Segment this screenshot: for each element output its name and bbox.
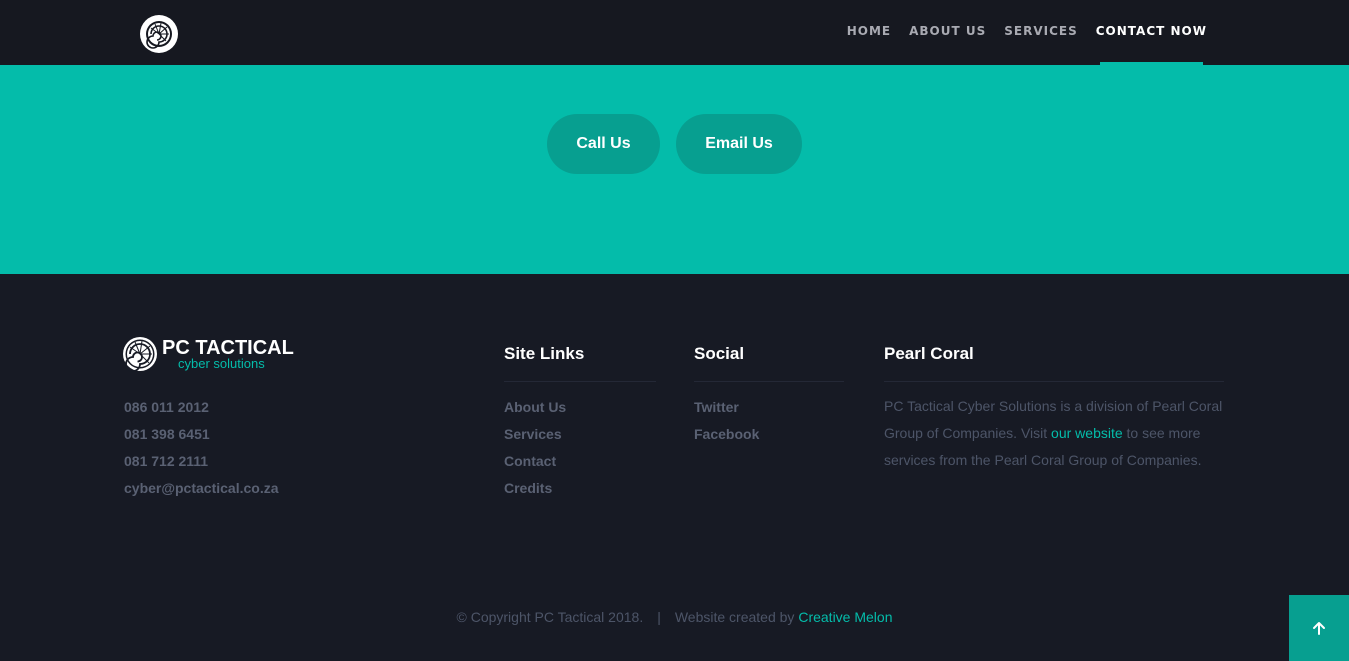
brand-wordmark: PC TACTICAL cyber solutions	[162, 338, 294, 370]
footer-link-about-us[interactable]: About Us	[504, 397, 656, 424]
social-column: Social Twitter Facebook	[694, 344, 844, 451]
footer-link-credits[interactable]: Credits	[504, 478, 656, 505]
copyright-bar: © Copyright PC Tactical 2018. | Website cr…	[0, 609, 1349, 625]
phone-number-2[interactable]: 081 398 6451	[124, 424, 279, 451]
nav-contact-now[interactable]: CONTACT NOW	[1096, 0, 1207, 65]
copyright-text: © Copyright PC Tactical 2018.	[456, 609, 644, 625]
brand-title: PC TACTICAL	[162, 337, 294, 359]
arrow-up-icon	[1313, 622, 1325, 635]
site-links-heading: Site Links	[504, 344, 585, 363]
footer-brand[interactable]: PC TACTICAL cyber solutions	[122, 336, 294, 372]
site-footer: PC TACTICAL cyber solutions 086 011 2012…	[0, 274, 1349, 661]
nav-about-us[interactable]: ABOUT US	[909, 0, 986, 65]
pearl-coral-heading: Pearl Coral	[884, 344, 974, 363]
contact-hero: Call Us Email Us	[0, 65, 1349, 274]
phone-number-1[interactable]: 086 011 2012	[124, 397, 279, 424]
divider	[884, 381, 1224, 382]
back-to-top-button[interactable]	[1289, 595, 1349, 661]
call-us-button[interactable]: Call Us	[547, 114, 660, 174]
main-nav: HOME ABOUT US SERVICES CONTACT NOW	[829, 0, 1207, 65]
phone-number-3[interactable]: 081 712 2111	[124, 451, 279, 478]
footer-link-contact[interactable]: Contact	[504, 451, 656, 478]
social-heading: Social	[694, 344, 745, 363]
nav-home[interactable]: HOME	[847, 0, 891, 65]
top-navbar: HOME ABOUT US SERVICES CONTACT NOW	[0, 0, 1349, 65]
contact-details: 086 011 2012 081 398 6451 081 712 2111 c…	[124, 397, 279, 505]
copyright-separator: |	[657, 609, 661, 625]
nautilus-shell-icon	[123, 337, 157, 372]
divider	[504, 381, 656, 382]
footer-link-twitter[interactable]: Twitter	[694, 397, 844, 424]
pearl-coral-description: PC Tactical Cyber Solutions is a divisio…	[884, 393, 1224, 474]
email-us-button[interactable]: Email Us	[676, 114, 802, 174]
divider	[694, 381, 844, 382]
nav-services[interactable]: SERVICES	[1004, 0, 1077, 65]
created-by-text: Website created by	[674, 609, 799, 625]
site-links-column: Site Links About Us Services Contact Cre…	[504, 344, 656, 505]
email-address[interactable]: cyber@pctactical.co.za	[124, 478, 279, 505]
nautilus-shell-icon	[146, 21, 172, 49]
our-website-link[interactable]: our website	[1051, 425, 1123, 441]
site-logo[interactable]	[140, 15, 178, 53]
footer-link-facebook[interactable]: Facebook	[694, 424, 844, 451]
creative-melon-link[interactable]: Creative Melon	[798, 609, 892, 625]
footer-link-services[interactable]: Services	[504, 424, 656, 451]
pearl-coral-column: Pearl Coral PC Tactical Cyber Solutions …	[884, 344, 1224, 474]
